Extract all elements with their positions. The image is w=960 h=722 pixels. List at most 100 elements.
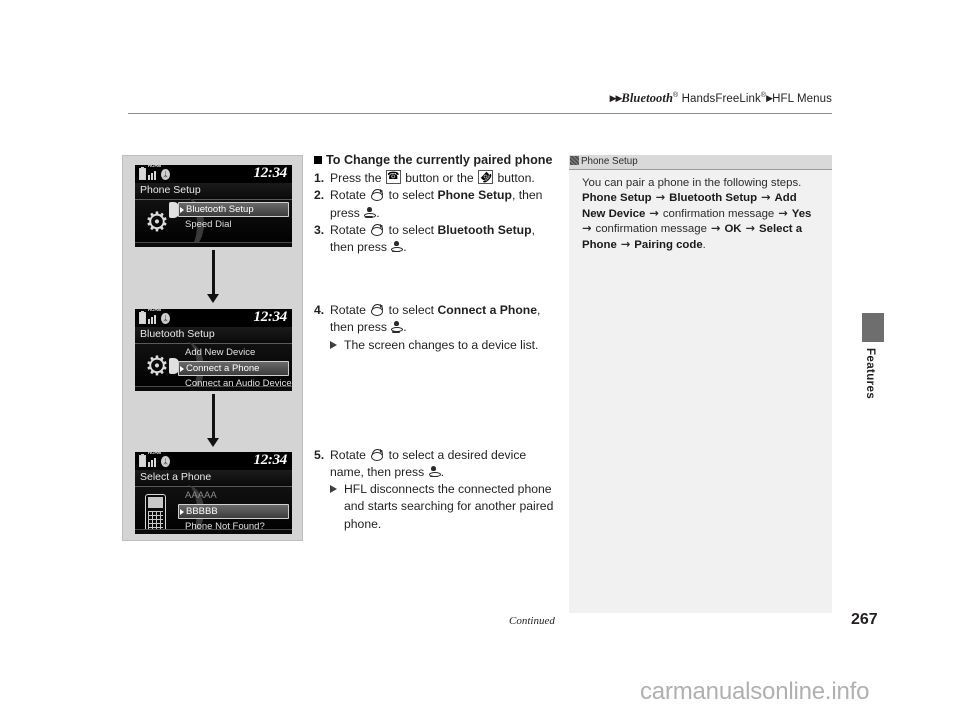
press-knob-icon: [364, 206, 377, 219]
breadcrumb-brand: Bluetooth: [621, 91, 674, 105]
note-chain-arrow-icon: →: [706, 221, 725, 236]
step-number: 4.: [314, 303, 325, 318]
device-menu-item[interactable]: Add New Device: [178, 346, 289, 360]
bluetooth-icon: ᛦ: [161, 456, 170, 467]
note-chain-arrow-icon: →: [616, 236, 635, 251]
press-knob-icon: [391, 241, 404, 253]
step-target-label: Phone Setup: [437, 188, 512, 203]
note-marker-icon: [570, 156, 579, 165]
step-target-label: Connect a Phone: [437, 303, 538, 318]
rotary-knob-icon: [370, 304, 384, 317]
roam-label: ROAM: [148, 452, 161, 455]
note-chain-step-bold: OK: [724, 223, 742, 236]
step-number: 5.: [314, 447, 325, 462]
breadcrumb-section: HFL Menus: [772, 93, 832, 105]
roam-label: ROAM: [148, 309, 161, 312]
side-note-chain: Phone Setup → Bluetooth Setup → Add New …: [582, 190, 822, 252]
flow-arrow-down-2: [207, 394, 220, 447]
step-note-text: HFL disconnects the connected phone and …: [344, 482, 554, 531]
device-screen-title: Bluetooth Setup: [135, 327, 292, 344]
note-chain-arrow-icon: →: [651, 190, 670, 205]
flow-arrow-down-1: [207, 250, 220, 303]
note-chain-step-bold: Bluetooth Setup: [669, 192, 758, 205]
battery-icon: [139, 167, 146, 180]
step-text: to select: [385, 222, 438, 237]
signal-bars-icon: ROAM: [148, 165, 161, 180]
step-text: .: [440, 465, 444, 480]
square-bullet-icon: [314, 156, 322, 164]
step-4: 4. Rotate to select Connect a Phone, then…: [314, 302, 562, 354]
device-status-bar: ROAM ᛦ 12:34: [135, 165, 292, 183]
device-screen-phone-setup: ROAM ᛦ 12:34 Phone Setup ⚙ Bluetooth Set…: [135, 165, 292, 247]
device-screen-title: Phone Setup: [135, 183, 292, 200]
side-note-body: You can pair a phone in the following st…: [569, 170, 832, 252]
step-text: then press: [367, 465, 428, 480]
device-menu-item[interactable]: Bluetooth Setup: [178, 202, 289, 217]
step-number: 1.: [314, 171, 325, 186]
press-knob-icon: [428, 466, 441, 478]
note-chain-period: .: [702, 238, 706, 251]
status-icons: ROAM ᛦ: [139, 452, 170, 467]
device-screen-bluetooth-setup: ROAM ᛦ 12:34 Bluetooth Setup ⚙ Add New D…: [135, 309, 292, 391]
press-knob-icon: [391, 321, 404, 333]
step-text: .: [403, 320, 407, 335]
device-status-bar: ROAM ᛦ 12:34: [135, 309, 292, 327]
device-menu-list: AAAAA BBBBB Phone Not Found?: [178, 489, 289, 534]
page-number: 267: [851, 611, 878, 628]
step-text: to select: [385, 188, 438, 203]
call-button-icon: ☎: [385, 170, 401, 185]
device-clock: 12:34: [253, 309, 288, 325]
note-chain-step: confirmation message: [595, 223, 707, 236]
device-menu-item[interactable]: Speed Dial: [178, 218, 289, 232]
step-note-text: The screen changes to a device list.: [344, 337, 539, 352]
step-text: Rotate: [330, 303, 370, 318]
device-menu-item[interactable]: Connect a Phone: [178, 361, 289, 376]
note-chain-arrow-icon: →: [645, 205, 663, 220]
device-menu-list: Add New Device Connect a Phone Connect a…: [178, 346, 292, 391]
step-4-note: The screen changes to a device list.: [330, 337, 562, 354]
step-5: 5. Rotate to select a desired device name…: [314, 447, 562, 533]
breadcrumb-arrow-single: ▶: [766, 93, 773, 103]
step-1: 1. Press the ☎ button or the ☎ button.: [314, 168, 562, 187]
device-menu-item[interactable]: AAAAA: [178, 489, 289, 503]
step-target-label: Bluetooth Setup: [437, 222, 532, 237]
figure-panel: ROAM ᛦ 12:34 Phone Setup ⚙ Bluetooth Set…: [122, 155, 303, 541]
rotary-knob-icon: [370, 189, 384, 202]
device-menu-item[interactable]: BBBBB: [178, 504, 289, 519]
rotary-knob-icon: [370, 448, 384, 461]
note-chain-arrow-icon: →: [741, 221, 760, 236]
status-icons: ROAM ᛦ: [139, 165, 170, 180]
device-status-bar: ROAM ᛦ 12:34: [135, 452, 292, 470]
section-heading-text: To Change the currently paired phone: [326, 153, 553, 167]
instruction-steps: To Change the currently paired phone 1. P…: [314, 152, 562, 533]
signal-bars-icon: ROAM: [148, 452, 161, 467]
rotary-knob-icon: [370, 223, 384, 236]
step-text: Rotate: [330, 222, 370, 237]
step-text: button.: [494, 171, 535, 186]
step-text: Rotate: [330, 188, 370, 203]
step-text: Rotate: [330, 447, 370, 462]
side-note-title: Phone Setup: [581, 156, 638, 167]
watermark: carmanualsonline.info: [640, 678, 870, 705]
phone-icon: [139, 491, 177, 532]
section-tab-label: Features: [864, 348, 876, 400]
status-icons: ROAM ᛦ: [139, 309, 170, 324]
device-screen-body: ⚙ Add New Device Connect a Phone Connect…: [135, 342, 292, 391]
bluetooth-icon: ᛦ: [161, 169, 170, 180]
header-divider: [128, 113, 832, 114]
section-heading: To Change the currently paired phone: [314, 152, 562, 169]
device-menu-list: Bluetooth Setup Speed Dial: [178, 202, 289, 233]
breadcrumb: ▶▶Bluetooth® HandsFreeLink®▶HFL Menus: [610, 91, 832, 106]
note-chain-arrow-icon: →: [582, 221, 596, 236]
note-chain-step-bold: Yes: [791, 207, 812, 220]
device-screen-title: Select a Phone: [135, 470, 292, 487]
side-note-intro: You can pair a phone in the following st…: [582, 177, 802, 189]
side-note-panel: Phone Setup You can pair a phone in the …: [569, 155, 832, 613]
device-footer-bar: [135, 386, 292, 391]
roam-label: ROAM: [148, 165, 161, 168]
breadcrumb-arrow-double: ▶▶: [609, 93, 623, 103]
device-screen-body: ⚙ Bluetooth Setup Speed Dial: [135, 198, 292, 247]
step-text: .: [376, 205, 380, 220]
